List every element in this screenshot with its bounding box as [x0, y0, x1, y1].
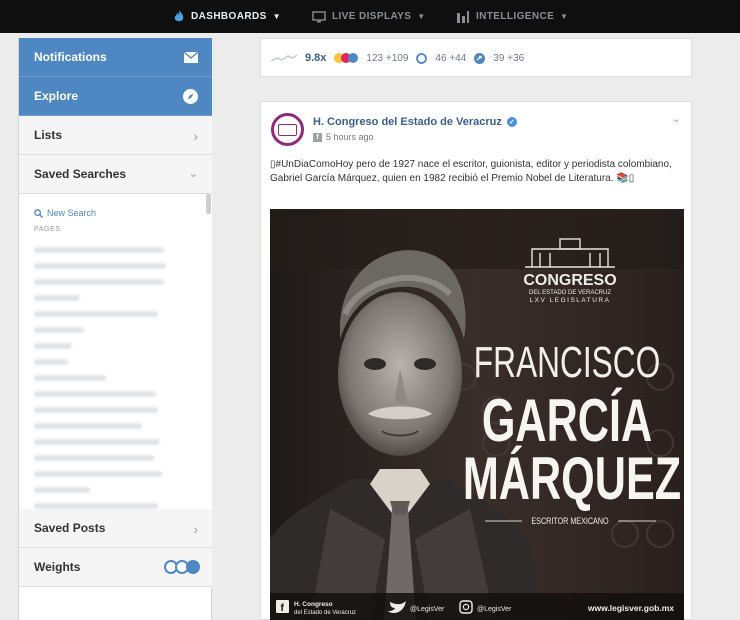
post-image[interactable]: CONGRESO DEL ESTADO DE VERACRUZ LXV LEGI… [270, 209, 684, 620]
saved-search-item[interactable] [34, 327, 84, 333]
chevron-right-icon: › [193, 128, 198, 144]
page-name: H. Congreso del Estado de Veracruz [313, 116, 502, 128]
post-image-graphic: CONGRESO DEL ESTADO DE VERACRUZ LXV LEGI… [270, 209, 684, 620]
reactions-count: 123 +109 [366, 52, 409, 64]
sidebar-item-notifications[interactable]: Notifications [19, 38, 212, 77]
comment-icon [416, 52, 428, 64]
chevron-down-icon: ⌄ [188, 168, 198, 180]
bar-chart-icon [457, 10, 469, 23]
overperforming-score[interactable]: 9.8x [305, 52, 326, 64]
footer-fb-line-1: H. Congreso [294, 601, 333, 608]
sidebar-item-lists[interactable]: Lists › [19, 116, 212, 155]
saved-search-item[interactable] [34, 279, 164, 285]
sparkline-icon [271, 54, 297, 62]
sidebar-item-label: Explore [34, 89, 79, 103]
sidebar-item-saved-posts[interactable]: Saved Posts › [19, 509, 212, 548]
sidebar-item-label: Lists [34, 128, 63, 142]
facebook-icon: f [313, 132, 322, 142]
saved-searches-list: New Search PAGES [19, 194, 212, 512]
post-card: H. Congreso del Estado de Veracruz ✓ f 5… [260, 101, 692, 620]
post-text: ▯#UnDiaComoHoy pero de 1927 nace el escr… [270, 159, 672, 184]
scrollbar-thumb[interactable] [206, 194, 211, 214]
name-line-1: FRANCISCO [474, 338, 661, 387]
saved-search-item[interactable] [34, 247, 164, 253]
saved-search-item[interactable] [34, 343, 72, 349]
nav-live-displays[interactable]: LIVE DISPLAYS ▼ [312, 0, 426, 33]
saved-search-item[interactable] [34, 471, 162, 477]
previous-post-stats-card: 9.8x 123 +109 46 +44 39 +36 [260, 38, 692, 77]
sidebar-item-label: Weights [34, 560, 81, 574]
page-name-link[interactable]: H. Congreso del Estado de Veracruz ✓ [313, 116, 517, 128]
sidebar-item-label: Saved Posts [34, 521, 106, 535]
post-options-chevron-icon[interactable]: ⌄ [672, 112, 681, 125]
congress-logo-icon [278, 123, 297, 136]
saved-search-item[interactable] [34, 311, 158, 317]
sidebar-item-weights[interactable]: Weights [19, 548, 212, 587]
top-navigation-bar: DASHBOARDS ▼ LIVE DISPLAYS ▼ INTELLIGENC… [0, 0, 740, 33]
footer-website: www.legisver.gob.mx [587, 603, 674, 613]
chevron-down-icon: ▼ [560, 12, 569, 21]
footer-instagram-handle: @LegisVer [477, 606, 512, 613]
shares-count: 39 +36 [493, 52, 525, 64]
saved-search-item[interactable] [34, 375, 106, 381]
name-line-3: MÁRQUEZ [463, 446, 681, 513]
verified-badge-icon: ✓ [506, 117, 517, 127]
comments-count: 46 +44 [435, 52, 467, 64]
flame-icon [174, 10, 184, 22]
logo-estado-text: DEL ESTADO DE VERACRUZ [529, 290, 611, 296]
name-subtitle: ESCRITOR MEXICANO [531, 516, 608, 526]
logo-congreso-text: CONGRESO [523, 272, 616, 289]
name-line-2: GARCÍA [482, 388, 652, 455]
post-timestamp[interactable]: f 5 hours ago [313, 132, 374, 142]
saved-search-item[interactable] [34, 455, 154, 461]
sidebar-item-label: Notifications [34, 50, 107, 64]
weight-circle-icon [186, 560, 200, 574]
saved-search-item[interactable] [34, 423, 142, 429]
sidebar-item-label: Saved Searches [34, 167, 127, 181]
share-icon [474, 52, 486, 64]
weights-icons [164, 560, 200, 574]
nav-dashboards-label: DASHBOARDS [191, 11, 267, 22]
post-time-label: 5 hours ago [326, 132, 374, 142]
chevron-down-icon: ▼ [272, 12, 281, 21]
sidebar-item-saved-searches[interactable]: Saved Searches ⌄ [19, 155, 212, 194]
saved-search-item[interactable] [34, 263, 166, 269]
nav-intelligence-label: INTELLIGENCE [476, 11, 555, 22]
saved-search-item[interactable] [34, 391, 156, 397]
saved-search-item[interactable] [34, 439, 160, 445]
saved-search-item[interactable] [34, 359, 68, 365]
chevron-down-icon: ▼ [417, 12, 426, 21]
sidebar: Notifications Explore Lists › Saved Sear… [18, 38, 212, 620]
sidebar-item-explore[interactable]: Explore [19, 77, 212, 116]
nav-live-displays-label: LIVE DISPLAYS [332, 11, 412, 22]
search-icon [34, 208, 43, 218]
nav-intelligence[interactable]: INTELLIGENCE ▼ [456, 0, 568, 33]
saved-search-item[interactable] [34, 295, 80, 301]
footer-twitter-handle: @LegisVer [410, 606, 445, 613]
saved-search-item[interactable] [34, 487, 90, 493]
new-search-link[interactable]: New Search [34, 208, 96, 218]
page-avatar[interactable] [271, 113, 304, 146]
compass-icon [183, 89, 198, 104]
new-search-label: New Search [47, 208, 97, 218]
chevron-right-icon: › [193, 521, 198, 537]
saved-search-item[interactable] [34, 407, 158, 413]
footer-fb-line-2: del Estado de Veracruz [294, 610, 356, 616]
logo-legislatura-text: LXV LEGISLATURA [530, 297, 611, 304]
post-stats: 9.8x 123 +109 46 +44 39 +36 [271, 52, 524, 64]
monitor-icon [312, 10, 326, 22]
envelope-icon [184, 52, 198, 63]
pages-section-label: PAGES [34, 226, 61, 233]
nav-dashboards[interactable]: DASHBOARDS ▼ [173, 0, 281, 33]
reactions-icon [334, 52, 359, 64]
